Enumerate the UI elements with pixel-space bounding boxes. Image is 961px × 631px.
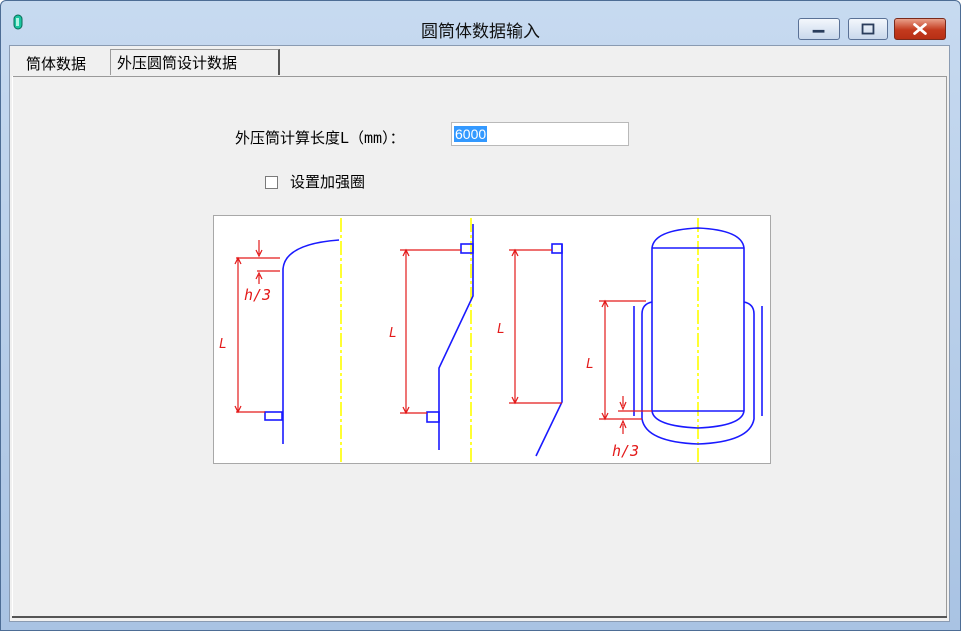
figure-1-h3-label: h/3 <box>244 286 271 304</box>
figure-4-h3-label: h/3 <box>612 442 639 460</box>
minimize-button[interactable] <box>798 18 840 40</box>
panel-border-bottom <box>12 616 947 618</box>
maximize-icon <box>861 23 875 35</box>
title-bar[interactable]: 圆筒体数据输入 <box>1 1 960 45</box>
minimize-icon <box>812 29 825 33</box>
dialog-window: 圆筒体数据输入 筒体数据 外压圆筒设计数据 外压筒计算长度L（mm）： 6000… <box>0 0 961 631</box>
figure-1-dimensions <box>234 240 280 414</box>
figure-3-dimensions <box>509 248 562 405</box>
figure-1-l-label: L <box>219 337 227 352</box>
close-icon <box>913 23 927 35</box>
figure-2-shell <box>426 224 474 450</box>
maximize-button[interactable] <box>848 18 888 40</box>
length-value: 6000 <box>454 126 488 142</box>
tab-divider <box>12 76 947 77</box>
close-button[interactable] <box>894 18 946 40</box>
panel-border-right <box>946 76 947 618</box>
calc-length-diagram: h/3 L L L L h/3 <box>213 215 771 464</box>
figure-2-l-label: L <box>389 326 397 341</box>
stiffener-checkbox[interactable] <box>265 176 278 189</box>
length-input[interactable]: 6000 <box>451 122 629 146</box>
panel-border-left <box>12 76 13 618</box>
dialog-client-area: 筒体数据 外压圆筒设计数据 外压筒计算长度L（mm）： 6000 设置加强圈 h… <box>9 45 950 622</box>
figure-3-shell <box>535 243 563 457</box>
tab-external-pressure-design[interactable]: 外压圆筒设计数据 <box>110 49 280 75</box>
length-label: 外压筒计算长度L（mm）： <box>235 129 405 147</box>
tab-cylinder-data[interactable]: 筒体数据 <box>20 52 110 76</box>
figure-4-l-label: L <box>586 357 594 372</box>
diagram-svg: h/3 L L L L h/3 <box>219 218 763 463</box>
figure-3-l-label: L <box>497 322 505 337</box>
figure-4-dimensions <box>599 299 652 434</box>
figure-2-dimensions <box>400 248 461 415</box>
stiffener-label[interactable]: 设置加强圈 <box>290 171 365 192</box>
